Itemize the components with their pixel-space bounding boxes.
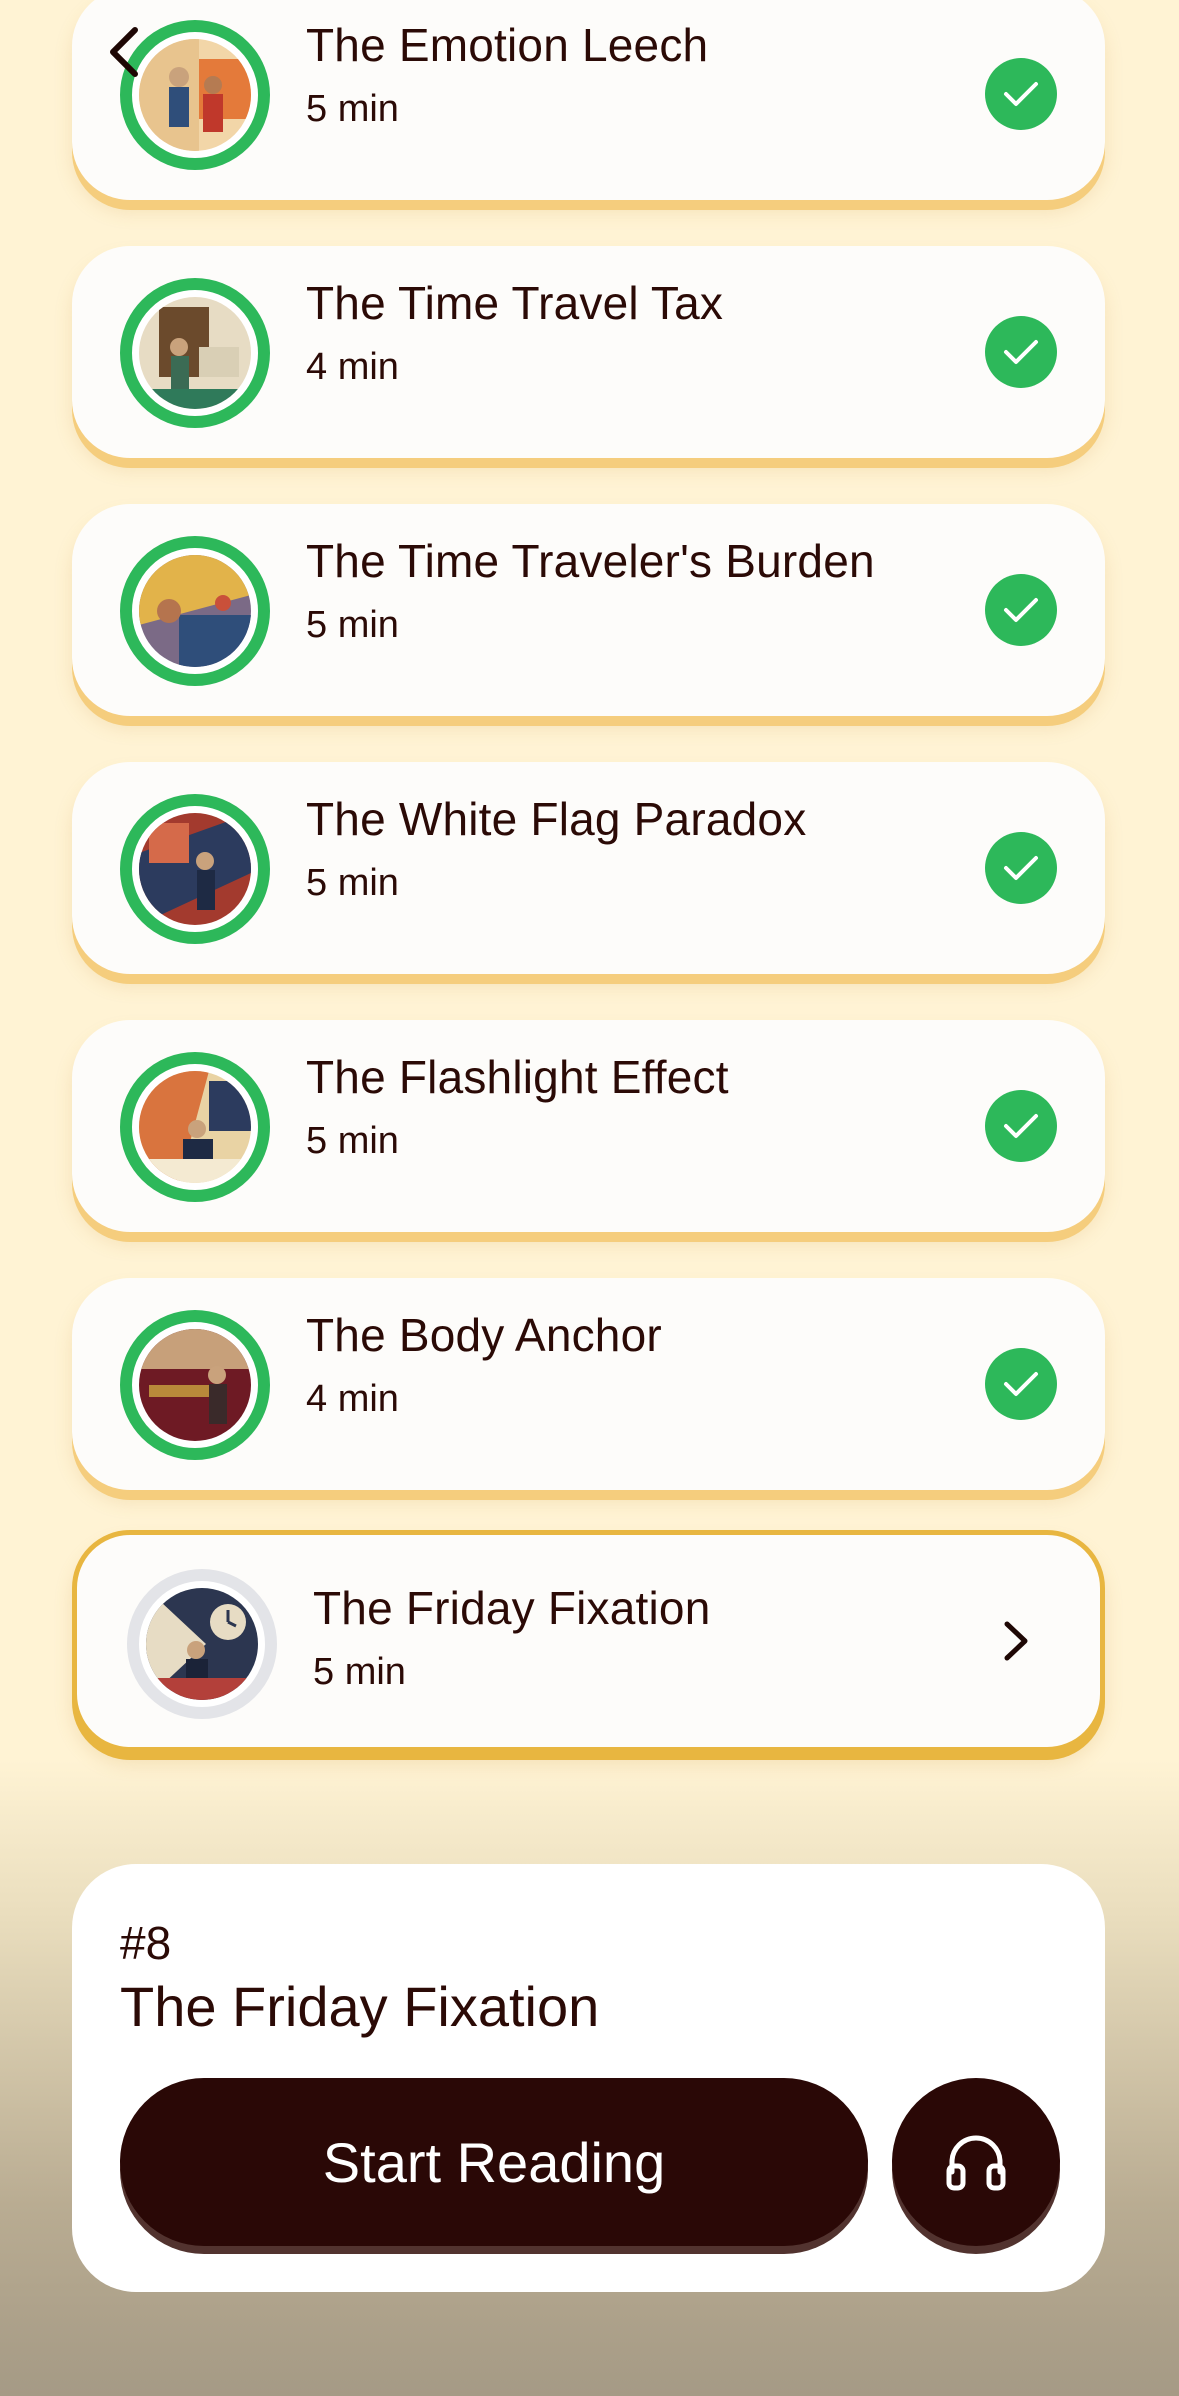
lesson-title: The Emotion Leech: [306, 19, 709, 71]
lesson-duration: 5 min: [313, 1651, 406, 1693]
lesson-thumbnail: [120, 278, 270, 428]
lesson-number: #8: [120, 1917, 172, 1969]
lesson-duration: 5 min: [306, 1120, 399, 1162]
lesson-thumbnail: [120, 794, 270, 944]
chevron-right-icon: [996, 1621, 1036, 1661]
completed-check-icon: [985, 1090, 1057, 1162]
lesson-item-white-flag-paradox[interactable]: The White Flag Paradox 5 min: [72, 762, 1105, 974]
lesson-duration: 4 min: [306, 1378, 399, 1420]
completed-check-icon: [985, 574, 1057, 646]
current-lesson-panel: #8 The Friday Fixation Start Reading: [72, 1864, 1105, 2292]
completed-check-icon: [985, 1348, 1057, 1420]
lesson-thumbnail: [120, 536, 270, 686]
lesson-duration: 4 min: [306, 346, 399, 388]
completed-check-icon: [985, 832, 1057, 904]
completed-check-icon: [985, 58, 1057, 130]
lesson-duration: 5 min: [306, 604, 399, 646]
lesson-item-body-anchor[interactable]: The Body Anchor 4 min: [72, 1278, 1105, 1490]
lesson-item-time-travel-tax[interactable]: The Time Travel Tax 4 min: [72, 246, 1105, 458]
lesson-duration: 5 min: [306, 88, 399, 130]
lesson-item-time-travelers-burden[interactable]: The Time Traveler's Burden 5 min: [72, 504, 1105, 716]
lesson-title: The Body Anchor: [306, 1309, 662, 1361]
back-button[interactable]: [104, 24, 144, 80]
lesson-thumbnail: [120, 1052, 270, 1202]
lesson-duration: 5 min: [306, 862, 399, 904]
listen-audio-button[interactable]: [892, 2078, 1060, 2246]
lesson-thumbnail: [120, 1310, 270, 1460]
lesson-thumbnail: [127, 1569, 277, 1719]
lesson-title: The Friday Fixation: [313, 1582, 711, 1634]
completed-check-icon: [985, 316, 1057, 388]
panel-lesson-title: The Friday Fixation: [120, 1975, 600, 2038]
lesson-item-flashlight-effect[interactable]: The Flashlight Effect 5 min: [72, 1020, 1105, 1232]
lesson-item-emotion-leech[interactable]: The Emotion Leech 5 min: [72, 0, 1105, 200]
start-reading-button[interactable]: Start Reading: [120, 2078, 868, 2246]
lesson-title: The Flashlight Effect: [306, 1051, 729, 1103]
lesson-title: The Time Travel Tax: [306, 277, 724, 329]
lesson-item-friday-fixation[interactable]: The Friday Fixation 5 min: [72, 1530, 1105, 1752]
start-reading-label: Start Reading: [322, 2130, 666, 2194]
chevron-left-icon: [110, 27, 138, 77]
headphones-icon: [946, 2135, 1006, 2191]
lesson-title: The Time Traveler's Burden: [306, 535, 875, 587]
lesson-title: The White Flag Paradox: [306, 793, 807, 845]
